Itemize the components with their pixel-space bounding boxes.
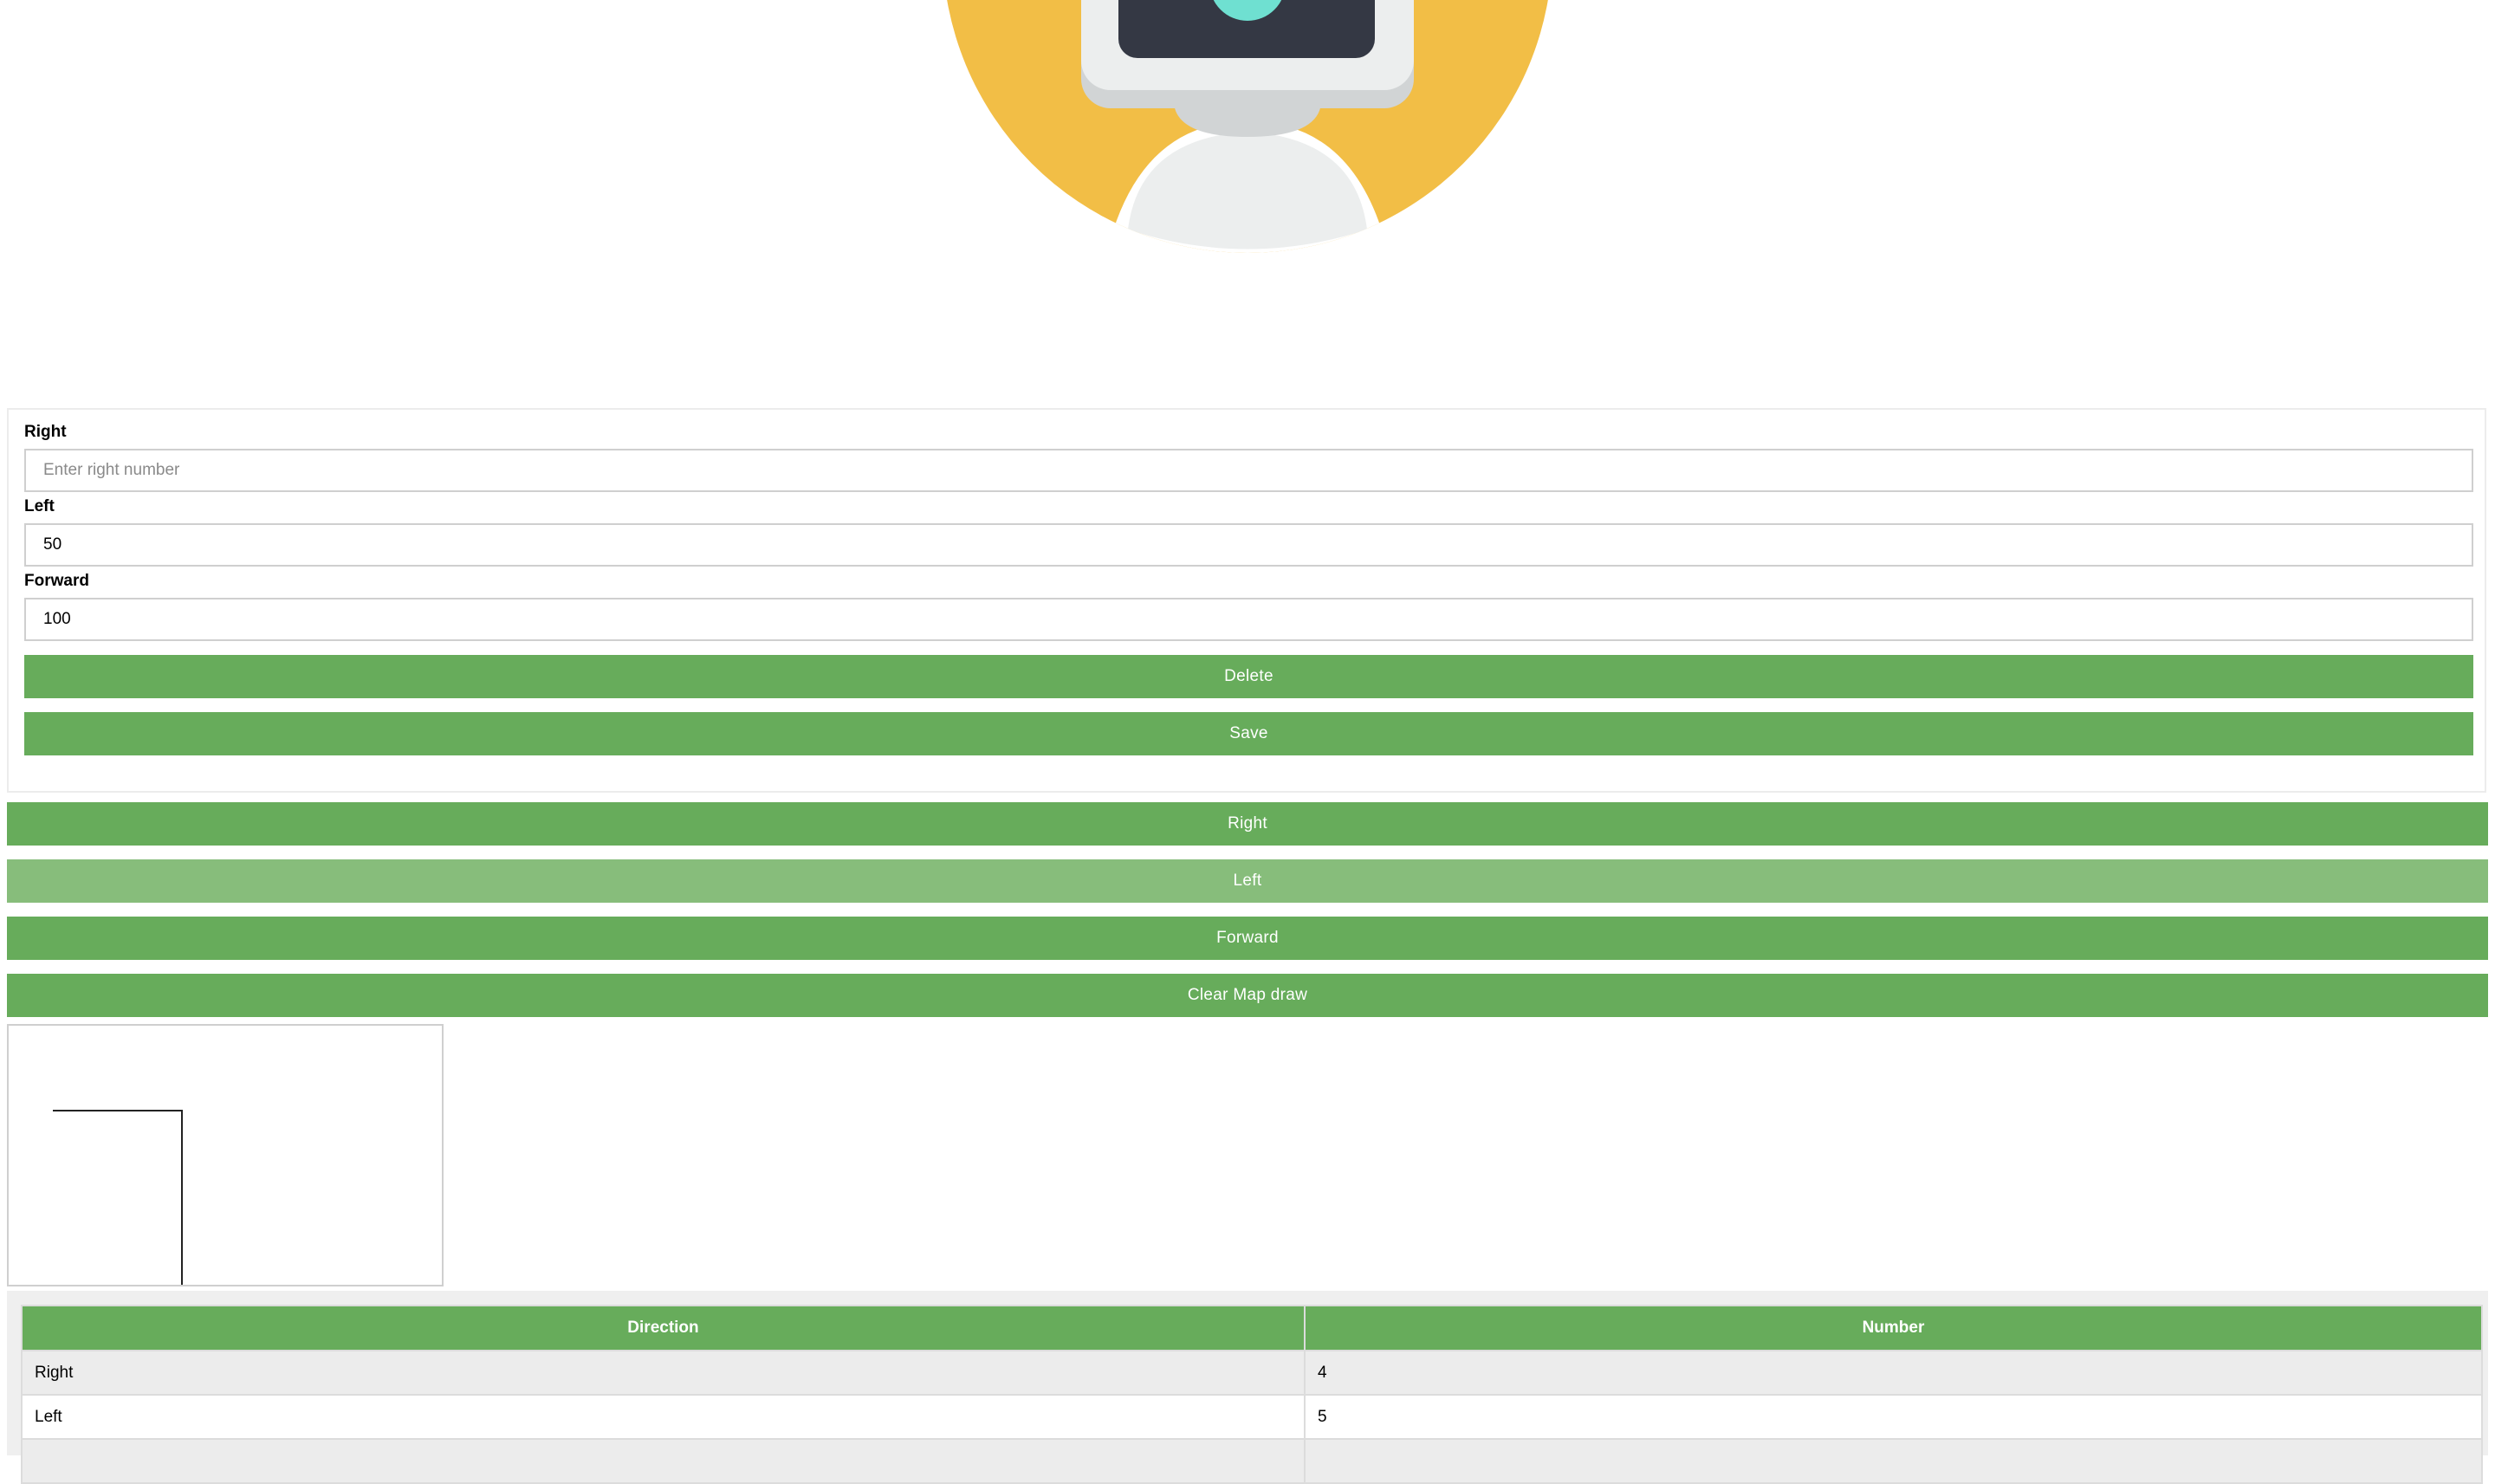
table-row <box>21 1438 2484 1484</box>
map-path-drawing <box>53 1110 183 1285</box>
hero-banner <box>0 0 2495 407</box>
left-number-input[interactable] <box>24 523 2473 567</box>
number-cell: 4 <box>1303 1350 2484 1396</box>
table-header-row: Direction Number <box>21 1305 2484 1351</box>
map-canvas[interactable] <box>7 1024 444 1286</box>
number-column-header: Number <box>1303 1305 2484 1351</box>
move-forward-button[interactable]: Forward <box>7 917 2488 960</box>
commands-table-container: Direction Number Right 4 Left 5 <box>7 1291 2488 1484</box>
command-form: Right Left Forward Delete Save <box>7 408 2486 793</box>
clear-map-button[interactable]: Clear Map draw <box>7 974 2488 1017</box>
robot-avatar-icon <box>947 0 1548 253</box>
direction-column-header: Direction <box>21 1305 1306 1351</box>
move-left-button[interactable]: Left <box>7 859 2488 903</box>
table-row: Right 4 <box>21 1350 2484 1396</box>
table-row: Left 5 <box>21 1394 2484 1440</box>
direction-cell: Right <box>21 1350 1306 1396</box>
number-cell <box>1303 1438 2484 1484</box>
left-field-label: Left <box>24 497 55 515</box>
number-cell: 5 <box>1303 1394 2484 1440</box>
path-line <box>53 1110 183 1285</box>
move-right-button[interactable]: Right <box>7 802 2488 846</box>
forward-number-input[interactable] <box>24 598 2473 641</box>
direction-cell <box>21 1438 1306 1484</box>
right-number-input[interactable] <box>24 449 2473 492</box>
save-button[interactable]: Save <box>24 712 2473 755</box>
right-field-label: Right <box>24 423 67 441</box>
direction-cell: Left <box>21 1394 1306 1440</box>
forward-field-label: Forward <box>24 572 89 590</box>
commands-table: Direction Number Right 4 Left 5 <box>21 1305 2484 1484</box>
delete-button[interactable]: Delete <box>24 655 2473 698</box>
